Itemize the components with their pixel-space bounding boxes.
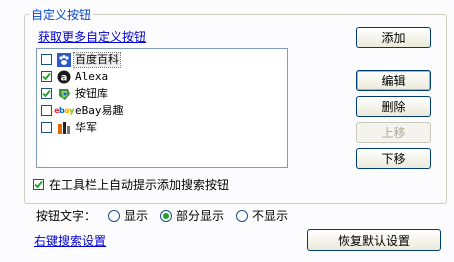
radio-show[interactable]: 显示 bbox=[108, 207, 148, 224]
button-text-options: 按钮文字： 显示 部分显示 不显示 bbox=[36, 207, 288, 224]
restore-defaults-button[interactable]: 恢复默认设置 bbox=[307, 229, 441, 251]
item-label: Alexa bbox=[75, 69, 109, 83]
auto-prompt-option[interactable]: 在工具栏上自动提示添加搜索按钮 bbox=[33, 176, 229, 193]
list-item[interactable]: ebay eBay易趣 bbox=[41, 102, 125, 119]
item-label: eBay易趣 bbox=[75, 103, 124, 117]
paw-icon bbox=[57, 52, 71, 67]
button-text-label: 按钮文字： bbox=[36, 209, 97, 223]
move-down-button[interactable]: 下移 bbox=[356, 148, 431, 169]
list-item[interactable]: 百度百科 bbox=[41, 51, 121, 68]
item-checkbox[interactable] bbox=[41, 122, 52, 133]
svg-text:a: a bbox=[61, 72, 68, 83]
list-item[interactable]: a Alexa bbox=[41, 68, 109, 85]
alexa-icon: a bbox=[57, 70, 71, 84]
list-item[interactable]: 华军 bbox=[41, 119, 98, 136]
auto-prompt-checkbox[interactable] bbox=[33, 179, 44, 190]
item-checkbox[interactable] bbox=[41, 88, 52, 99]
radio-label: 显示 bbox=[124, 209, 149, 223]
item-label: 华军 bbox=[75, 120, 97, 134]
huajun-icon bbox=[57, 121, 71, 135]
item-label: 按钮库 bbox=[75, 86, 108, 100]
auto-prompt-label: 在工具栏上自动提示添加搜索按钮 bbox=[49, 178, 230, 192]
more-buttons-link[interactable]: 获取更多自定义按钮 bbox=[38, 28, 146, 45]
add-button[interactable]: 添加 bbox=[356, 27, 431, 48]
radio-label: 不显示 bbox=[252, 209, 289, 223]
item-label: 百度百科 bbox=[73, 51, 121, 68]
radio-button[interactable] bbox=[108, 209, 121, 222]
move-up-button[interactable]: 上移 bbox=[356, 122, 431, 143]
list-item[interactable]: 按钮库 bbox=[41, 85, 109, 102]
item-checkbox[interactable] bbox=[41, 71, 52, 82]
delete-button[interactable]: 删除 bbox=[356, 96, 431, 117]
radio-button[interactable] bbox=[236, 209, 249, 222]
item-checkbox[interactable] bbox=[41, 105, 52, 116]
custom-buttons-list[interactable]: 百度百科 a Alexa 按钮库 ebay eBay易趣 华军 bbox=[36, 48, 288, 168]
right-click-search-link[interactable]: 右键搜索设置 bbox=[34, 232, 106, 249]
radio-button[interactable] bbox=[160, 209, 173, 222]
radio-label: 部分显示 bbox=[176, 209, 225, 223]
ebay-icon: ebay bbox=[54, 106, 74, 115]
radio-hide[interactable]: 不显示 bbox=[236, 207, 288, 224]
group-title: 自定义按钮 bbox=[29, 8, 94, 22]
edit-button[interactable]: 编辑 bbox=[356, 70, 431, 91]
button-library-icon bbox=[57, 87, 71, 101]
item-checkbox[interactable] bbox=[41, 54, 52, 65]
radio-partial[interactable]: 部分显示 bbox=[160, 207, 224, 224]
